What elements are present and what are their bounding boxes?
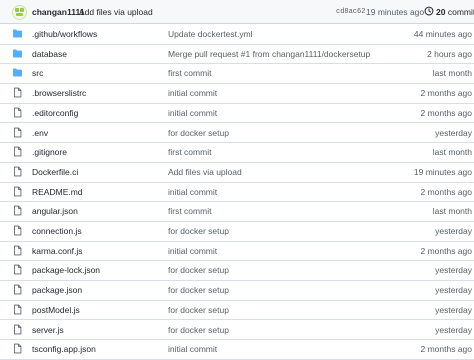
commit-age: yesterday [435, 304, 472, 315]
commit-age: yesterday [435, 324, 472, 335]
file-row[interactable]: karma.conf.js initial commit 2 months ago [0, 241, 474, 262]
commit-count: 20 [436, 7, 446, 17]
file-row[interactable]: .env for docker setup yesterday [0, 123, 474, 144]
file-name-link[interactable]: .github/workflows [32, 29, 97, 39]
commit-message-link[interactable]: Merge pull request #1 from changan1111/d… [168, 49, 370, 59]
file-row[interactable]: .editorconfig initial commit 2 months ago [0, 103, 474, 124]
file-row[interactable]: connection.js for docker setup yesterday [0, 221, 474, 242]
commit-message-link[interactable]: first commit [168, 68, 211, 78]
file-icon [12, 186, 23, 197]
commit-message-link[interactable]: for docker setup [168, 285, 229, 295]
file-row[interactable]: .github/workflows Update dockertest.yml 44… [0, 24, 474, 45]
commit-message-link[interactable]: Update dockertest.yml [168, 29, 253, 39]
commit-message-link[interactable]: initial commit [168, 108, 217, 118]
file-name-link[interactable]: karma.conf.js [32, 246, 83, 256]
repo-file-browser: changan1111 Add files via upload cd8ac62… [0, 0, 474, 360]
file-row[interactable]: package-lock.json for docker setup yesterd… [0, 260, 474, 282]
commit-message-link[interactable]: first commit [168, 206, 211, 216]
file-row[interactable]: src first commit last month [0, 63, 474, 85]
commit-message-link[interactable]: for docker setup [168, 305, 229, 315]
file-row[interactable]: .gitignore first commit last month [0, 142, 474, 163]
file-row[interactable]: angular.json first commit last month [0, 201, 474, 222]
commit-message-link[interactable]: initial commit [168, 344, 217, 354]
commit-age: 44 minutes ago [413, 29, 472, 39]
file-name-link[interactable]: .gitignore [32, 147, 67, 157]
commit-age: 2 months ago [420, 186, 472, 197]
file-name-link[interactable]: connection.js [32, 226, 82, 236]
file-icon [12, 245, 23, 256]
file-name-link[interactable]: database [32, 49, 67, 59]
file-name-link[interactable]: Dockerfile.ci [32, 167, 78, 177]
commit-message-link[interactable]: first commit [168, 147, 211, 157]
commit-age: 19 minutes ago [413, 166, 472, 177]
commit-age: yesterday [435, 285, 472, 296]
file-icon [12, 166, 23, 177]
file-row[interactable]: README.md initial commit 2 months ago [0, 182, 474, 203]
commit-time: 19 minutes ago [366, 7, 425, 17]
commit-age: yesterday [435, 127, 472, 138]
commit-message-link[interactable]: for docker setup [168, 226, 229, 236]
commit-sha-link[interactable]: cd8ac62 [336, 8, 365, 16]
commit-age: 2 hours ago [427, 48, 472, 59]
file-icon [12, 284, 23, 295]
file-icon [12, 87, 23, 98]
commit-message-link[interactable]: for docker setup [168, 325, 229, 335]
file-row[interactable]: database Merge pull request #1 from chang… [0, 44, 474, 65]
commit-age: last month [432, 68, 472, 79]
commit-age: 2 months ago [420, 344, 472, 355]
file-name-link[interactable]: .browserslistrc [32, 88, 86, 98]
file-row[interactable]: Dockerfile.ci Add files via upload 19 minu… [0, 162, 474, 183]
commit-age: yesterday [435, 226, 472, 236]
file-icon [12, 205, 23, 216]
commit-message-link[interactable]: initial commit [168, 88, 217, 98]
avatar[interactable] [12, 5, 27, 20]
file-name-link[interactable]: .env [32, 128, 48, 138]
commit-age: 2 months ago [420, 245, 472, 256]
commit-message-link[interactable]: for docker setup [168, 265, 229, 275]
commit-age: last month [432, 206, 472, 217]
file-row[interactable]: tsconfig.app.json initial commit 2 months … [0, 339, 474, 360]
commit-message-link[interactable]: Add files via upload [168, 167, 242, 177]
file-icon [12, 343, 23, 354]
file-icon [12, 264, 23, 275]
file-icon [12, 146, 23, 157]
commits-link[interactable]: 20 commits [436, 7, 474, 17]
file-row[interactable]: postModel.js for docker setup yesterday [0, 300, 474, 321]
commit-age: last month [432, 147, 472, 158]
file-name-link[interactable]: server.js [32, 325, 64, 335]
commits-label: commits [447, 7, 474, 17]
file-name-link[interactable]: .editorconfig [32, 108, 78, 118]
latest-commit-bar: changan1111 Add files via upload cd8ac62… [0, 0, 474, 24]
file-icon [12, 107, 23, 118]
commit-age: yesterday [435, 265, 472, 276]
folder-icon [12, 28, 23, 39]
commit-message-link[interactable]: initial commit [168, 246, 217, 256]
commit-message-link[interactable]: for docker setup [168, 128, 229, 138]
file-name-link[interactable]: tsconfig.app.json [32, 344, 96, 354]
history-icon [424, 6, 434, 16]
file-icon [12, 127, 23, 138]
commit-author-link[interactable]: changan1111 [32, 7, 84, 17]
file-row[interactable]: package.json for docker setup yesterday [0, 280, 474, 301]
file-icon [12, 225, 23, 236]
file-icon [12, 324, 23, 335]
folder-icon [12, 67, 23, 78]
file-name-link[interactable]: angular.json [32, 206, 78, 216]
commit-age: 2 months ago [420, 88, 472, 99]
file-row[interactable]: server.js for docker setup yesterday [0, 320, 474, 341]
commit-message-link[interactable]: Add files via upload [79, 7, 153, 17]
file-name-link[interactable]: postModel.js [32, 305, 80, 315]
file-name-link[interactable]: src [32, 68, 43, 78]
file-icon [12, 304, 23, 315]
folder-icon [12, 48, 23, 59]
file-name-link[interactable]: README.md [32, 187, 83, 197]
file-name-link[interactable]: package.json [32, 285, 82, 295]
commit-age: 2 months ago [420, 107, 472, 118]
file-name-link[interactable]: package-lock.json [32, 265, 100, 275]
commit-message-link[interactable]: initial commit [168, 187, 217, 197]
file-row[interactable]: .browserslistrc initial commit 2 months ag… [0, 83, 474, 104]
